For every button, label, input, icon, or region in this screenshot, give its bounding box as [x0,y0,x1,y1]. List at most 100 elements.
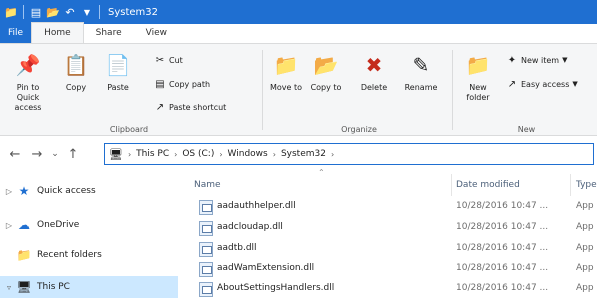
new-folder-icon[interactable]: 📂 [46,5,60,19]
nav-item-this-pc[interactable]: ▿ 🖥 This PC [0,276,178,298]
file-type: App [576,201,594,211]
clipboard-group-label: Clipboard [109,125,149,134]
easy-access-label: Easy access [521,79,570,89]
breadcrumb-windows[interactable]: Windows [228,149,268,159]
navigation-pane: ▷ ★ Quick access ▷ ☁ OneDrive 📁 Recent f… [0,170,178,298]
ribbon-group-divider [262,50,263,130]
breadcrumb-separator-icon[interactable]: › [219,150,222,159]
nav-item-label: Recent folders [37,250,102,260]
breadcrumb-separator-icon[interactable]: › [273,150,276,159]
new-group-label: New [517,125,536,134]
tab-view[interactable]: View [134,23,179,43]
rename-button[interactable]: ✎ Rename [400,50,442,93]
nav-item-quick-access[interactable]: ▷ ★ Quick access [0,180,178,202]
copy-button[interactable]: 📋 Copy [58,50,94,93]
breadcrumb-this-pc[interactable]: This PC [136,149,169,159]
breadcrumb-separator-icon[interactable]: › [128,150,131,159]
file-row[interactable]: aadauthhelper.dll 10/28/2016 10:47 ... A… [180,198,597,217]
breadcrumb-os-c[interactable]: OS (C:) [182,149,214,159]
expand-chevron-icon[interactable]: ▿ [2,283,16,292]
pin-to-quick-access-label: Pin to Quick access [14,83,42,112]
new-item-label: New item [521,55,560,65]
quick-access-toolbar: 📁 ▤ 📂 ↶ ▼ [0,5,102,19]
file-row[interactable]: aadcloudap.dll 10/28/2016 10:47 ... App [180,219,597,238]
file-row[interactable]: aadtb.dll 10/28/2016 10:47 ... App [180,240,597,259]
tab-file[interactable]: File [0,23,32,43]
new-item-button[interactable]: ✦ New item ▼ [506,54,568,66]
ribbon-tabs: File Home Share View [0,22,597,44]
paste-label: Paste [107,83,129,92]
tab-share[interactable]: Share [84,23,134,43]
paste-shortcut-label: Paste shortcut [169,102,227,112]
column-header-type[interactable]: Type [576,176,597,194]
column-header-name[interactable]: Name [194,176,444,194]
nav-item-label: This PC [37,282,70,292]
easy-access-button[interactable]: ↗ Easy access ▼ [506,78,578,90]
copy-path-icon: ▤ [155,78,165,90]
new-folder-icon: 📁 [465,53,491,77]
toolbar-divider [23,5,24,19]
recent-folders-icon: 📁 [16,248,32,262]
file-type: App [576,222,594,232]
breadcrumb-separator-icon[interactable]: › [174,150,177,159]
nav-item-recent-folders[interactable]: 📁 Recent folders [0,244,178,266]
file-row[interactable]: aadWamExtension.dll 10/28/2016 10:47 ...… [180,260,597,279]
dll-file-icon [199,221,213,236]
file-type: App [576,283,594,293]
nav-item-onedrive[interactable]: ▷ ☁ OneDrive [0,214,178,236]
move-to-button[interactable]: 📁 Move to [268,50,304,93]
file-type: App [576,263,594,273]
recent-locations-chevron-icon[interactable]: ⌄ [48,143,62,165]
file-date-modified: 10/28/2016 10:47 ... [456,222,549,232]
forward-arrow-icon[interactable]: → [26,143,48,165]
dll-file-icon [199,242,213,257]
expand-chevron-icon[interactable]: ▷ [2,187,16,196]
navigation-bar: ← → ⌄ ↑ 🖥 › This PC › OS (C:) › Windows … [0,140,597,168]
chevron-down-icon: ▼ [562,56,568,64]
folder-icon[interactable]: 📁 [4,5,18,19]
up-arrow-icon[interactable]: ↑ [62,143,84,165]
copy-to-button[interactable]: 📂 Copy to [308,50,344,93]
undo-icon[interactable]: ↶ [63,5,77,19]
column-divider[interactable] [451,174,452,196]
file-date-modified: 10/28/2016 10:47 ... [456,263,549,273]
file-type: App [576,243,594,253]
address-bar[interactable]: 🖥 › This PC › OS (C:) › Windows › System… [104,143,594,165]
paste-shortcut-button[interactable]: ↗ Paste shortcut [154,101,227,113]
copy-path-button[interactable]: ▤ Copy path [154,78,210,90]
column-header-date-modified[interactable]: Date modified [456,176,566,194]
clipboard-group: 📌 Pin to Quick access 📋 Copy 📄 Paste ✂ C… [0,48,258,135]
breadcrumb-separator-icon[interactable]: › [331,150,334,159]
tab-home[interactable]: Home [31,22,84,43]
copy-to-icon: 📂 [313,53,339,77]
paste-button[interactable]: 📄 Paste [100,50,136,93]
new-folder-button[interactable]: 📁 New folder [458,50,498,103]
pin-icon: 📌 [15,53,41,77]
properties-icon[interactable]: ▤ [29,5,43,19]
delete-button[interactable]: ✖ Delete [356,50,392,93]
column-divider[interactable] [570,174,571,196]
nav-item-label: Quick access [37,186,96,196]
file-name: aadWamExtension.dll [217,263,315,273]
new-folder-label: New folder [466,83,490,102]
dll-file-icon [199,282,213,297]
cut-button[interactable]: ✂ Cut [154,54,183,66]
pin-to-quick-access-button[interactable]: 📌 Pin to Quick access [6,50,50,113]
new-group: 📁 New folder ✦ New item ▼ ↗ Easy access … [456,48,597,135]
expand-chevron-icon[interactable]: ▷ [2,221,16,230]
file-date-modified: 10/28/2016 10:47 ... [456,283,549,293]
delete-icon: ✖ [365,53,383,77]
back-arrow-icon[interactable]: ← [4,143,26,165]
file-list: ⌃ Name Date modified Type aadauthhelper.… [180,168,597,298]
window-title: System32 [108,6,159,18]
file-row[interactable]: AboutSettingsHandlers.dll 10/28/2016 10:… [180,280,597,298]
dll-file-icon [199,200,213,215]
computer-icon: 🖥 [16,280,32,294]
rename-label: Rename [404,83,438,92]
customize-toolbar-chevron-icon[interactable]: ▼ [80,5,94,19]
breadcrumb-system32[interactable]: System32 [281,149,326,159]
delete-label: Delete [360,83,388,92]
file-name: aadcloudap.dll [217,222,283,232]
star-icon: ★ [18,184,30,198]
file-name: AboutSettingsHandlers.dll [217,283,335,293]
